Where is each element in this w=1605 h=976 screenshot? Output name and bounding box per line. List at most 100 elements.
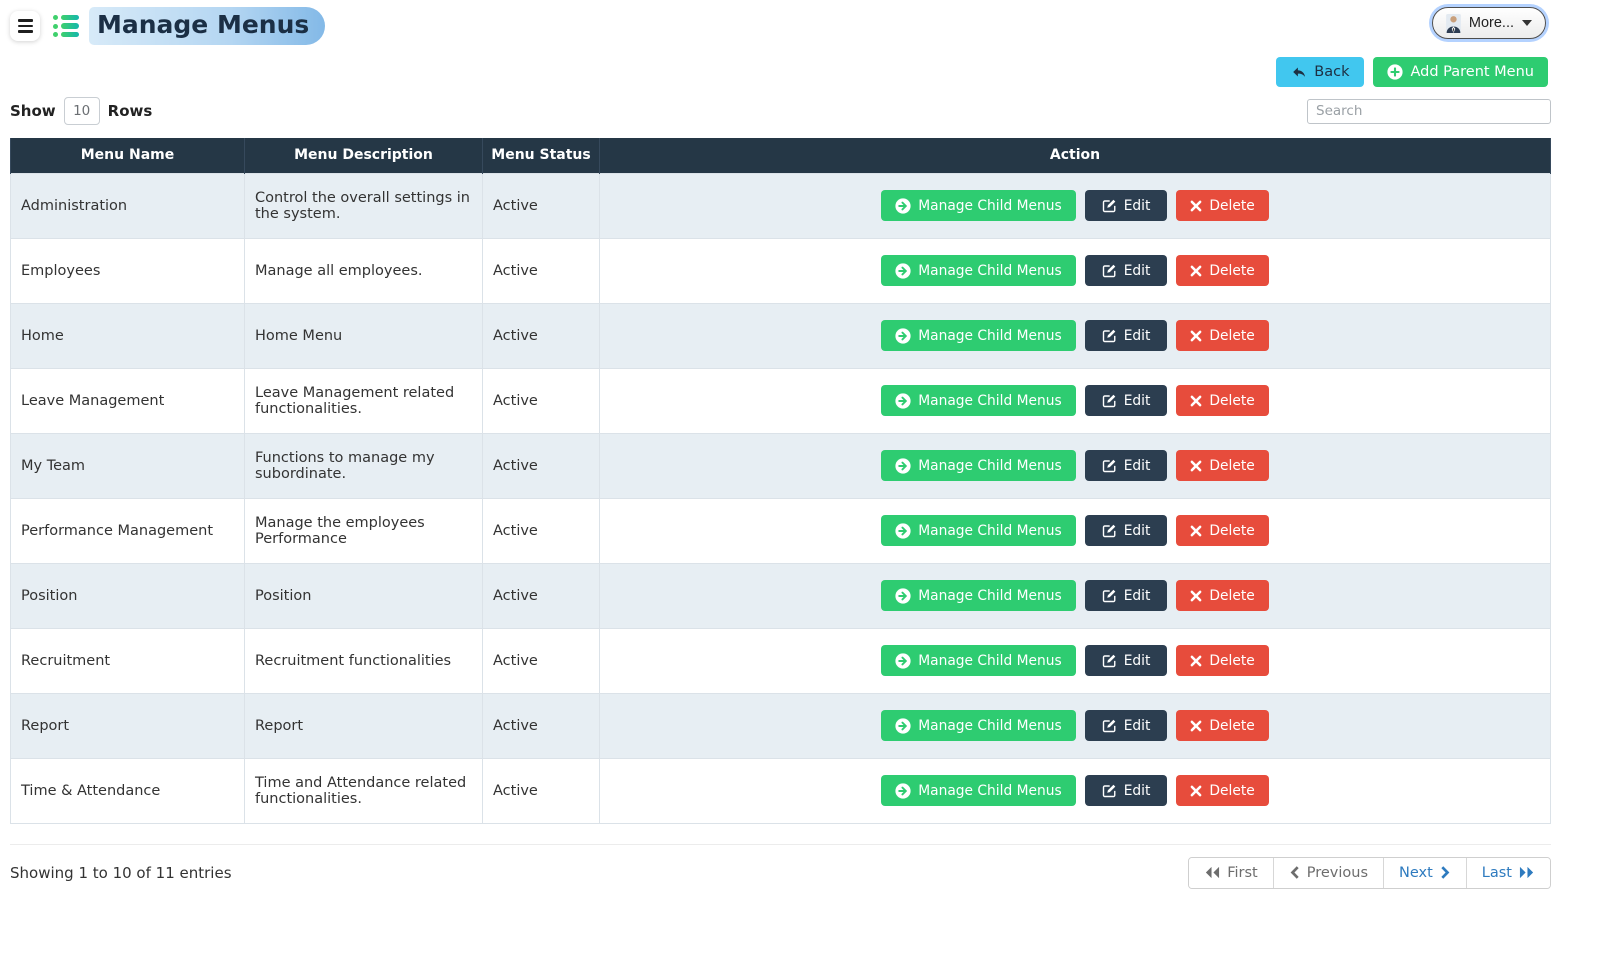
cell-menu-status: Active <box>482 757 600 824</box>
edit-button[interactable]: Edit <box>1084 190 1168 221</box>
cell-action: Manage Child Menus Edit Delete <box>599 692 1551 759</box>
cell-action: Manage Child Menus Edit Delete <box>599 367 1551 434</box>
edit-pencil-icon <box>1102 263 1117 278</box>
delete-button[interactable]: Delete <box>1176 385 1269 416</box>
manage-child-menus-label: Manage Child Menus <box>918 327 1062 344</box>
cell-menu-name: Administration <box>10 172 245 239</box>
cell-menu-description: Manage all employees. <box>244 237 483 304</box>
edit-button[interactable]: Edit <box>1084 255 1168 286</box>
manage-child-menus-button[interactable]: Manage Child Menus <box>881 320 1076 351</box>
pagination-previous: Previous <box>1272 857 1383 888</box>
delete-button[interactable]: Delete <box>1176 645 1269 676</box>
edit-button[interactable]: Edit <box>1084 775 1168 806</box>
cell-menu-status: Active <box>482 562 600 629</box>
manage-child-menus-label: Manage Child Menus <box>918 522 1062 539</box>
menus-table: Menu Name Menu Description Menu Status A… <box>10 138 1551 824</box>
edit-button[interactable]: Edit <box>1084 580 1168 611</box>
delete-button[interactable]: Delete <box>1176 710 1269 741</box>
cell-menu-status: Active <box>482 367 600 434</box>
cell-menu-name: Performance Management <box>10 497 245 564</box>
top-bar: Manage Menus More... <box>0 0 1605 48</box>
edit-button[interactable]: Edit <box>1084 515 1168 546</box>
table-row: Recruitment Recruitment functionalities … <box>10 627 1551 694</box>
delete-button[interactable]: Delete <box>1176 515 1269 546</box>
cell-action: Manage Child Menus Edit Delete <box>599 757 1551 824</box>
show-rows-control: Show Rows <box>10 97 152 125</box>
pagination-next[interactable]: Next <box>1383 857 1466 888</box>
delete-button[interactable]: Delete <box>1176 580 1269 611</box>
edit-pencil-icon <box>1102 523 1117 538</box>
delete-button-label: Delete <box>1209 587 1255 604</box>
table-row: Performance Management Manage the employ… <box>10 497 1551 564</box>
hamburger-menu-button[interactable] <box>10 11 40 41</box>
manage-child-menus-button[interactable]: Manage Child Menus <box>881 190 1076 221</box>
back-button[interactable]: Back <box>1276 57 1365 87</box>
edit-pencil-icon <box>1102 393 1117 408</box>
delete-button[interactable]: Delete <box>1176 450 1269 481</box>
column-header-menu-status[interactable]: Menu Status <box>482 138 600 173</box>
cell-menu-description: Position <box>244 562 483 629</box>
edit-pencil-icon <box>1102 458 1117 473</box>
more-button[interactable]: More... <box>1431 7 1546 39</box>
edit-pencil-icon <box>1102 718 1117 733</box>
delete-button[interactable]: Delete <box>1176 320 1269 351</box>
table-row: Administration Control the overall setti… <box>10 172 1551 239</box>
table-controls: Show Rows <box>0 87 1605 125</box>
cell-menu-description: Manage the employees Performance <box>244 497 483 564</box>
pagination-last[interactable]: Last <box>1465 857 1550 888</box>
manage-child-menus-button[interactable]: Manage Child Menus <box>881 580 1076 611</box>
cell-action: Manage Child Menus Edit Delete <box>599 562 1551 629</box>
table-row: Leave Management Leave Management relate… <box>10 367 1551 434</box>
manage-child-menus-button[interactable]: Manage Child Menus <box>881 450 1076 481</box>
edit-button[interactable]: Edit <box>1084 385 1168 416</box>
menu-list-icon <box>53 14 79 38</box>
add-parent-menu-button[interactable]: Add Parent Menu <box>1373 57 1548 87</box>
delete-button[interactable]: Delete <box>1176 775 1269 806</box>
column-header-menu-description[interactable]: Menu Description <box>244 138 483 173</box>
cell-action: Manage Child Menus Edit Delete <box>599 497 1551 564</box>
table-row: Report Report Active Manage Child Menus <box>10 692 1551 759</box>
manage-child-menus-button[interactable]: Manage Child Menus <box>881 775 1076 806</box>
edit-button-label: Edit <box>1123 392 1151 409</box>
cell-menu-description: Leave Management related functionalities… <box>244 367 483 434</box>
cell-action: Manage Child Menus Edit Delete <box>599 302 1551 369</box>
caret-down-icon <box>1522 20 1532 26</box>
manage-child-menus-button[interactable]: Manage Child Menus <box>881 255 1076 286</box>
edit-pencil-icon <box>1102 588 1117 603</box>
edit-button[interactable]: Edit <box>1084 710 1168 741</box>
show-label: Show <box>10 102 56 120</box>
edit-button[interactable]: Edit <box>1084 645 1168 676</box>
cell-menu-description: Home Menu <box>244 302 483 369</box>
delete-button-label: Delete <box>1209 392 1255 409</box>
column-header-menu-name[interactable]: Menu Name <box>10 138 245 173</box>
manage-child-menus-button[interactable]: Manage Child Menus <box>881 385 1076 416</box>
delete-button-label: Delete <box>1209 522 1255 539</box>
page-title: Manage Menus <box>89 7 326 45</box>
rows-count-input[interactable] <box>63 97 100 125</box>
cell-menu-name: My Team <box>10 432 245 499</box>
more-button-label: More... <box>1468 15 1514 31</box>
pagination-first: First <box>1189 857 1273 888</box>
edit-pencil-icon <box>1102 783 1117 798</box>
column-header-action[interactable]: Action <box>599 138 1551 173</box>
table-body: Administration Control the overall setti… <box>10 172 1551 824</box>
edit-button[interactable]: Edit <box>1084 450 1168 481</box>
cell-action: Manage Child Menus Edit Delete <box>599 432 1551 499</box>
arrow-right-circle-icon <box>895 262 911 279</box>
search-input[interactable] <box>1307 98 1551 124</box>
delete-button[interactable]: Delete <box>1176 190 1269 221</box>
edit-button[interactable]: Edit <box>1084 320 1168 351</box>
cell-menu-status: Active <box>482 172 600 239</box>
edit-pencil-icon <box>1102 653 1117 668</box>
delete-button-label: Delete <box>1209 782 1255 799</box>
edit-button-label: Edit <box>1123 262 1151 279</box>
cell-menu-name: Report <box>10 692 245 759</box>
manage-child-menus-button[interactable]: Manage Child Menus <box>881 515 1076 546</box>
manage-child-menus-label: Manage Child Menus <box>918 782 1062 799</box>
table-row: Employees Manage all employees. Active M… <box>10 237 1551 304</box>
delete-button[interactable]: Delete <box>1176 255 1269 286</box>
table-header-row: Menu Name Menu Description Menu Status A… <box>10 138 1551 173</box>
cell-menu-name: Leave Management <box>10 367 245 434</box>
manage-child-menus-button[interactable]: Manage Child Menus <box>881 645 1076 676</box>
manage-child-menus-button[interactable]: Manage Child Menus <box>881 710 1076 741</box>
